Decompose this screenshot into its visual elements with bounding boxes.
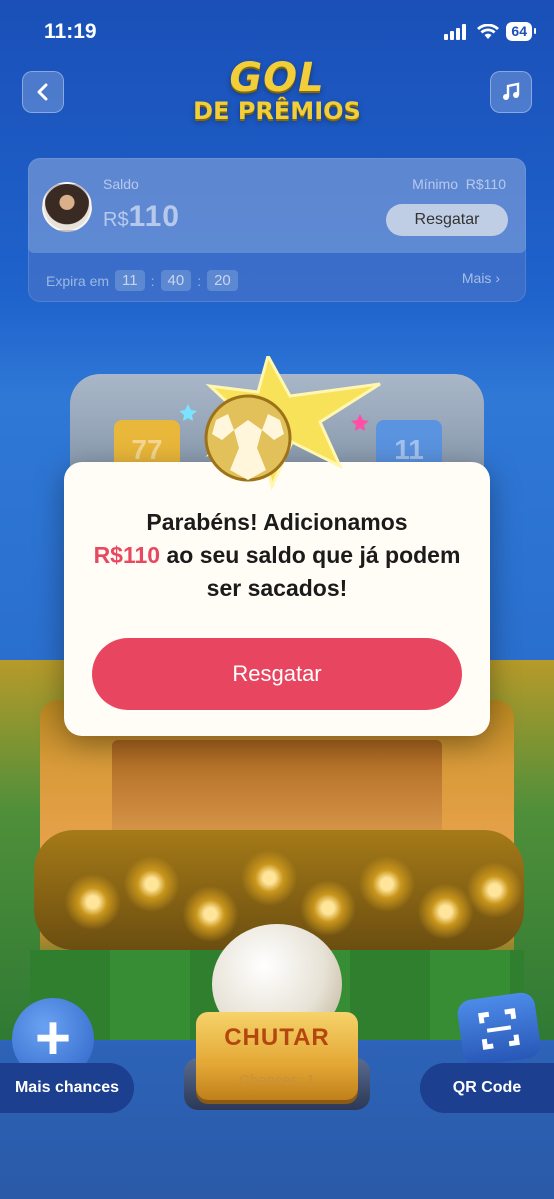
logo-line-2: DE PRÊMIOS xyxy=(193,97,361,125)
more-chances-button[interactable]: Mais chances xyxy=(0,1063,134,1113)
app-logo: GOL DE PRÊMIOS xyxy=(0,56,554,124)
balance-currency: R$ xyxy=(103,209,129,231)
more-link[interactable]: Mais › xyxy=(462,270,500,286)
reward-message-part2: ao seu saldo que já podem ser sacados! xyxy=(160,542,461,601)
minimum-value: R$110 xyxy=(465,176,506,192)
star-burst-icon xyxy=(180,356,381,491)
timer-minutes: 40 xyxy=(160,270,192,291)
chances-count: Chances: 1 xyxy=(239,1072,315,1089)
minimum-label: Mínimo xyxy=(412,176,458,192)
scan-frame-icon xyxy=(478,1008,520,1050)
reward-message-part1: Parabéns! Adicionamos xyxy=(146,509,408,535)
qr-code-button[interactable]: QR Code xyxy=(420,1063,554,1113)
reward-amount: R$110 xyxy=(93,542,161,568)
wifi-icon xyxy=(477,23,500,39)
timer-separator: : xyxy=(150,272,155,289)
expiration-timer: Expira em 11 : 40 : 20 xyxy=(46,270,238,291)
shoot-button[interactable]: CHUTAR Chances: 1 xyxy=(196,1012,358,1100)
avatar[interactable] xyxy=(42,182,92,232)
status-time: 11:19 xyxy=(44,20,97,43)
balance-value: 110 xyxy=(128,200,180,233)
timer-seconds: 20 xyxy=(207,270,238,291)
balance-amount: R$110 xyxy=(103,200,180,234)
music-button[interactable] xyxy=(490,71,532,113)
timer-hours: 11 xyxy=(115,270,145,291)
expires-label: Expira em xyxy=(46,272,110,289)
music-note-icon xyxy=(503,82,520,100)
battery-level: 64 xyxy=(506,22,536,41)
balance-label: Saldo xyxy=(103,176,139,192)
shoot-label: CHUTAR xyxy=(224,1024,330,1051)
cellular-signal-icon xyxy=(444,23,467,40)
reward-message: Parabéns! Adicionamos R$110 ao seu saldo… xyxy=(84,506,470,605)
minimum-withdrawal: Mínimo R$110 xyxy=(412,176,506,192)
status-icons: 64 xyxy=(444,22,536,41)
timer-separator: : xyxy=(197,272,202,289)
logo-line-1: GOL xyxy=(229,55,325,101)
qr-scan-icon[interactable] xyxy=(455,990,543,1068)
card-redeem-button[interactable]: Resgatar xyxy=(386,204,508,236)
balance-card: Saldo R$110 Mínimo R$110 Resgatar Expira… xyxy=(28,158,526,302)
modal-redeem-button[interactable]: Resgatar xyxy=(92,638,462,710)
